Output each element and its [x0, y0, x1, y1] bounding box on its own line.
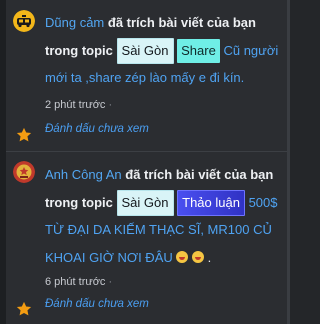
- timestamp-text: 6 phút trước: [45, 276, 106, 288]
- tag-saigon[interactable]: Sài Gòn: [116, 38, 174, 65]
- notification-text: Dũng cảm đã trích bài viết của bạn trong…: [45, 9, 281, 92]
- action-text: đã trích bài viết của bạn: [125, 167, 274, 182]
- scrollbar[interactable]: [287, 0, 290, 324]
- grinning-face-emoji-icon: [192, 250, 205, 263]
- mark-unread-link[interactable]: Đánh dấu chưa xem: [45, 294, 149, 314]
- notification-text: Anh Công An đã trích bài viết của bạn tr…: [45, 161, 281, 271]
- grinning-face-emoji-icon: [176, 250, 189, 263]
- notification-item[interactable]: Dũng cảm đã trích bài viết của bạn trong…: [6, 0, 287, 151]
- notification-item[interactable]: Anh Công An đã trích bài viết của bạn tr…: [6, 152, 287, 324]
- username-link[interactable]: Anh Công An: [45, 167, 122, 182]
- action-text-topic: topic: [81, 42, 113, 58]
- action-text-topic: trong topic: [45, 194, 113, 210]
- taxi-avatar-icon[interactable]: [13, 10, 35, 32]
- timestamp: 2 phút trước ·: [45, 95, 112, 115]
- timestamp-text: 2 phút trước: [45, 99, 106, 111]
- trailing-dot: .: [207, 249, 212, 265]
- timestamp: 6 phút trước ·: [45, 272, 112, 292]
- star-icon[interactable]: [15, 300, 33, 318]
- police-badge-avatar-icon[interactable]: [13, 161, 35, 183]
- tag-thao-luan[interactable]: Thảo luận: [177, 190, 245, 217]
- tag-share[interactable]: Share: [177, 39, 220, 64]
- star-icon[interactable]: [15, 126, 33, 144]
- notification-panel: Dũng cảm đã trích bài viết của bạn trong…: [0, 0, 290, 324]
- mark-unread-link[interactable]: Đánh dấu chưa xem: [45, 119, 149, 139]
- username-link[interactable]: Dũng cảm: [45, 15, 104, 30]
- separator-dot-icon: ·: [108, 276, 113, 288]
- tag-saigon[interactable]: Sài Gòn: [116, 190, 174, 217]
- separator-dot-icon: ·: [108, 99, 113, 111]
